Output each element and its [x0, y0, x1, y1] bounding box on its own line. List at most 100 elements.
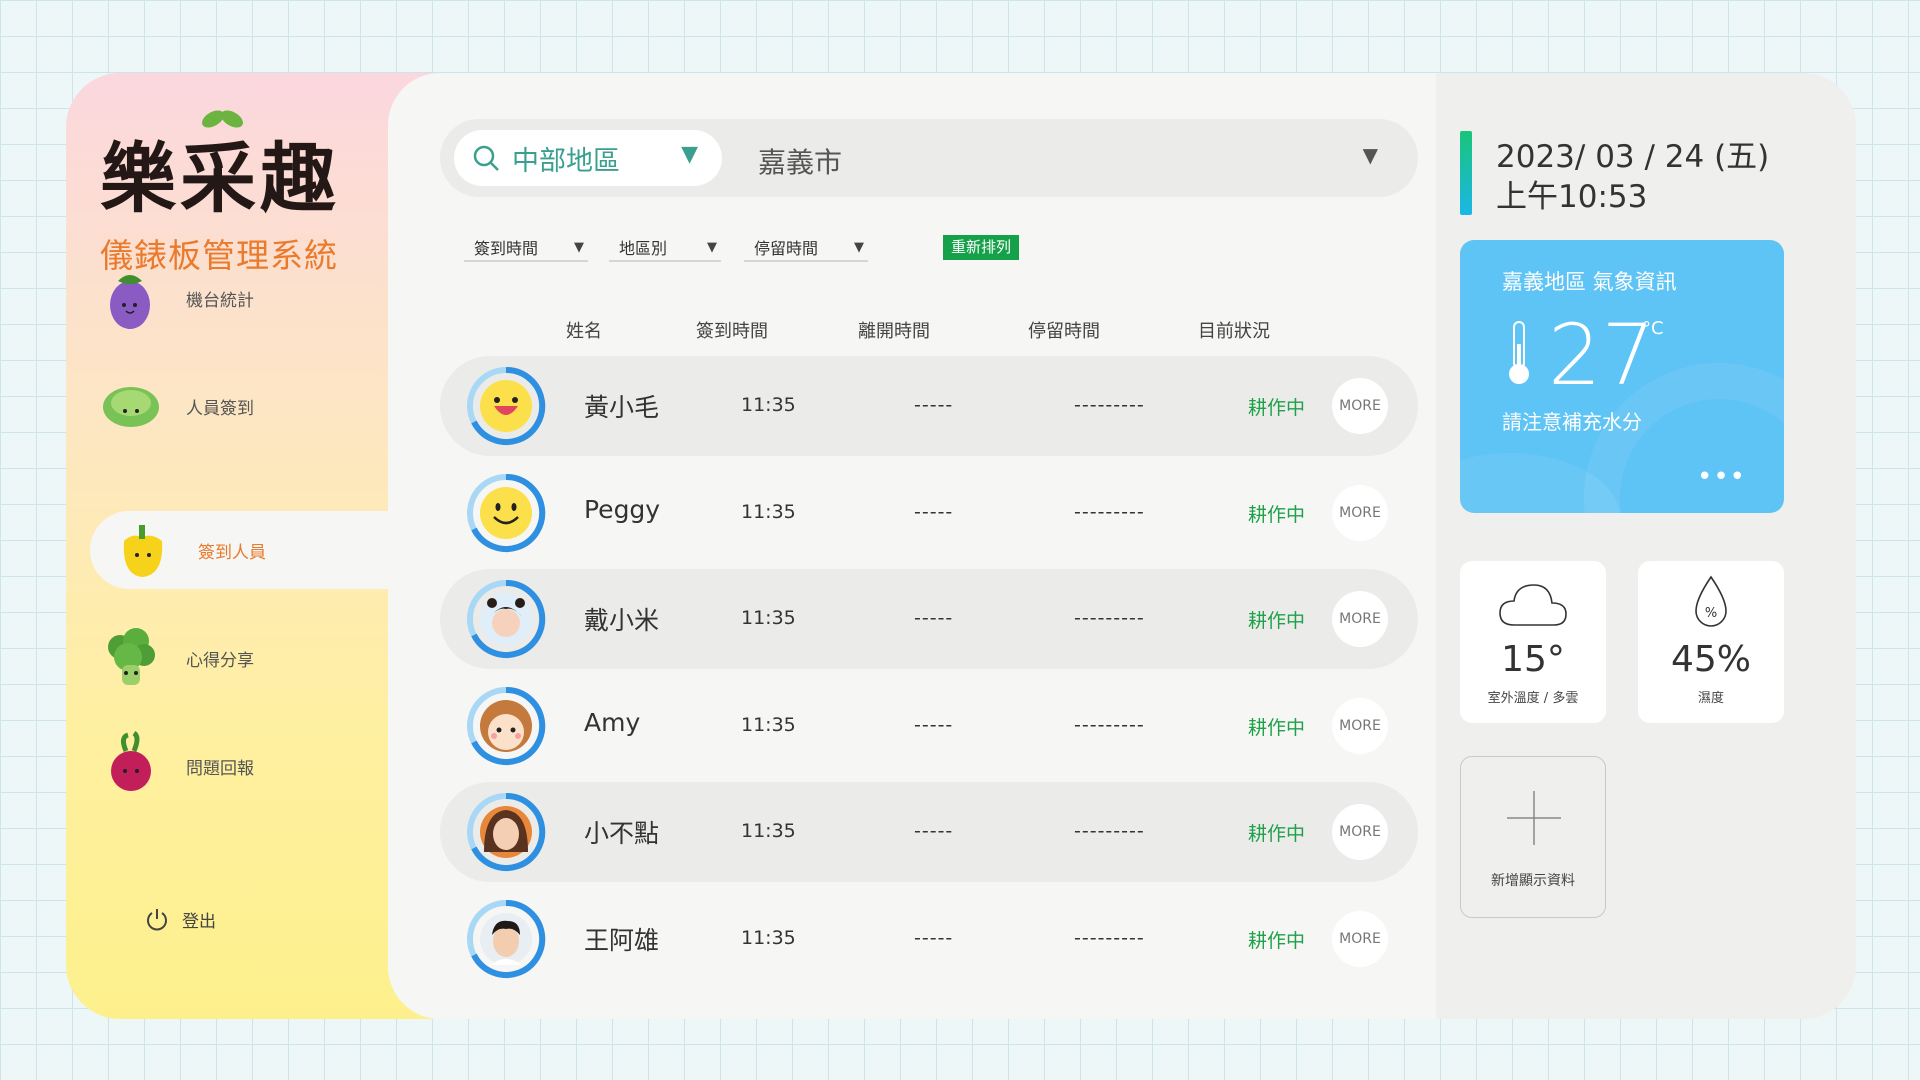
- filter-stay-time[interactable]: 停留時間 ▼: [744, 234, 868, 262]
- cell-status: 耕作中: [1248, 504, 1306, 526]
- avatar: [467, 899, 546, 978]
- table-row: 王阿雄 11:35 ----- --------- 耕作中 MORE: [440, 889, 1418, 989]
- cell-status: 耕作中: [1248, 717, 1306, 739]
- power-icon: [147, 909, 167, 931]
- sidebar-item-sharing[interactable]: 心得分享: [92, 619, 388, 697]
- date-text: 2023/ 03 / 24 (五): [1496, 139, 1770, 175]
- more-button[interactable]: MORE: [1332, 911, 1388, 967]
- humidity-caption: 濕度: [1697, 691, 1724, 706]
- beet-icon: [100, 730, 162, 801]
- cell-checkin: 11:35: [741, 394, 796, 416]
- brand-logo: 樂采趣 儀錶板管理系統: [100, 110, 370, 275]
- more-button[interactable]: MORE: [1332, 378, 1388, 434]
- table-row: Peggy 11:35 ----- --------- 耕作中 MORE: [440, 463, 1418, 563]
- sprout-icon: [202, 110, 243, 128]
- cell-stay: ---------: [1074, 607, 1145, 629]
- more-button[interactable]: MORE: [1332, 698, 1388, 754]
- cell-checkin: 11:35: [741, 820, 796, 842]
- more-button[interactable]: MORE: [1332, 485, 1388, 541]
- avatar: [467, 792, 546, 871]
- more-button[interactable]: MORE: [1332, 591, 1388, 647]
- cell-status: 耕作中: [1248, 397, 1306, 419]
- humidity-card: % 45% 濕度: [1638, 561, 1784, 723]
- cell-leave: -----: [914, 394, 954, 416]
- outdoor-temp-value: 15°: [1501, 639, 1565, 680]
- logout-label: 登出: [182, 911, 216, 932]
- cell-checkin: 11:35: [741, 607, 796, 629]
- header-stay: 停留時間: [1028, 321, 1100, 342]
- chevron-down-icon: ▼: [707, 239, 717, 255]
- cell-leave: -----: [914, 501, 954, 523]
- cell-checkin: 11:35: [741, 927, 796, 949]
- resort-button[interactable]: 重新排列: [943, 235, 1020, 260]
- humidity-value: 45%: [1670, 639, 1751, 680]
- filter-area[interactable]: 地區別 ▼: [609, 234, 721, 262]
- avatar: [467, 579, 546, 658]
- weather-title: 嘉義地區 氣象資訊: [1502, 270, 1677, 294]
- add-widget-caption: 新增顯示資料: [1491, 873, 1575, 889]
- chevron-down-icon: ▼: [681, 142, 698, 167]
- cell-name: 黃小毛: [584, 393, 660, 422]
- more-dots-icon[interactable]: •••: [1697, 462, 1746, 492]
- cell-leave: -----: [914, 927, 954, 949]
- dashboard-window: 樂采趣 儀錶板管理系統 機台統計 人員簽到 簽到人員 心得分享 問題回報 登出 …: [66, 73, 1856, 1019]
- thermometer-icon: [1509, 321, 1529, 384]
- more-button[interactable]: MORE: [1332, 804, 1388, 860]
- sidebar-item-checkin[interactable]: 人員簽到: [92, 367, 388, 445]
- sidebar-item-label: 機台統計: [186, 290, 254, 311]
- sidebar-item-label: 問題回報: [186, 758, 254, 779]
- sidebar-item-report[interactable]: 問題回報: [92, 727, 388, 805]
- outdoor-temp-card: 15° 室外溫度 / 多雲: [1460, 561, 1606, 723]
- eggplant-icon: [100, 263, 162, 333]
- avatar: [467, 473, 546, 552]
- cell-name: 戴小米: [584, 606, 660, 635]
- broccoli-icon: [100, 623, 162, 693]
- weather-unit: °C: [1642, 318, 1664, 339]
- cell-status: 耕作中: [1248, 610, 1306, 632]
- chevron-down-icon[interactable]: ▼: [1363, 143, 1378, 167]
- avatar: [467, 366, 546, 445]
- time-text: 上午10:53: [1496, 179, 1648, 215]
- sidebar-item-label: 人員簽到: [186, 398, 254, 419]
- filter-label: 地區別: [619, 239, 668, 258]
- weather-card: 嘉義地區 氣象資訊 27 °C 請注意補充水分 •••: [1460, 240, 1784, 513]
- cell-leave: -----: [914, 714, 954, 736]
- filter-label: 簽到時間: [474, 239, 539, 258]
- cell-name: 小不點: [584, 819, 660, 848]
- cell-stay: ---------: [1074, 820, 1145, 842]
- cell-checkin: 11:35: [741, 714, 796, 736]
- sidebar-item-label: 簽到人員: [198, 542, 266, 563]
- chevron-down-icon: ▼: [574, 239, 584, 255]
- cell-name: Peggy: [584, 495, 661, 524]
- cell-checkin: 11:35: [741, 501, 796, 523]
- table-row: 小不點 11:35 ----- --------- 耕作中 MORE: [440, 782, 1418, 882]
- cell-stay: ---------: [1074, 394, 1145, 416]
- date-accent-bar: [1460, 131, 1472, 215]
- cloud-icon: [1499, 584, 1567, 626]
- city-select[interactable]: 嘉義市: [758, 141, 842, 181]
- cell-stay: ---------: [1074, 927, 1145, 949]
- table-row: Amy 11:35 ----- --------- 耕作中 MORE: [440, 676, 1418, 776]
- header-name: 姓名: [566, 321, 602, 342]
- header-status: 目前狀況: [1198, 321, 1270, 342]
- sidebar-item-checked-in-people[interactable]: 簽到人員: [90, 511, 390, 589]
- plus-icon: [1507, 791, 1561, 845]
- cell-status: 耕作中: [1248, 823, 1306, 845]
- add-widget-button[interactable]: 新增顯示資料: [1460, 756, 1606, 918]
- search-icon: [473, 145, 499, 171]
- table-row: 戴小米 11:35 ----- --------- 耕作中 MORE: [440, 569, 1418, 669]
- water-drop-icon: %: [1695, 575, 1727, 627]
- bell-pepper-icon: [112, 515, 174, 585]
- filter-label: 停留時間: [754, 239, 819, 258]
- region-value: 中部地區: [512, 145, 620, 177]
- lettuce-icon: [100, 371, 162, 441]
- cell-name: 王阿雄: [584, 926, 660, 955]
- logout-button[interactable]: 登出: [144, 906, 216, 932]
- sidebar-item-machine-stats[interactable]: 機台統計: [92, 259, 388, 337]
- chevron-down-icon: ▼: [854, 239, 864, 255]
- sidebar-item-label: 心得分享: [186, 650, 254, 671]
- region-select[interactable]: 中部地區 ▼: [454, 130, 722, 186]
- avatar: [467, 686, 546, 765]
- humidity-icon-text: %: [1705, 606, 1717, 621]
- filter-checkin-time[interactable]: 簽到時間 ▼: [464, 234, 588, 262]
